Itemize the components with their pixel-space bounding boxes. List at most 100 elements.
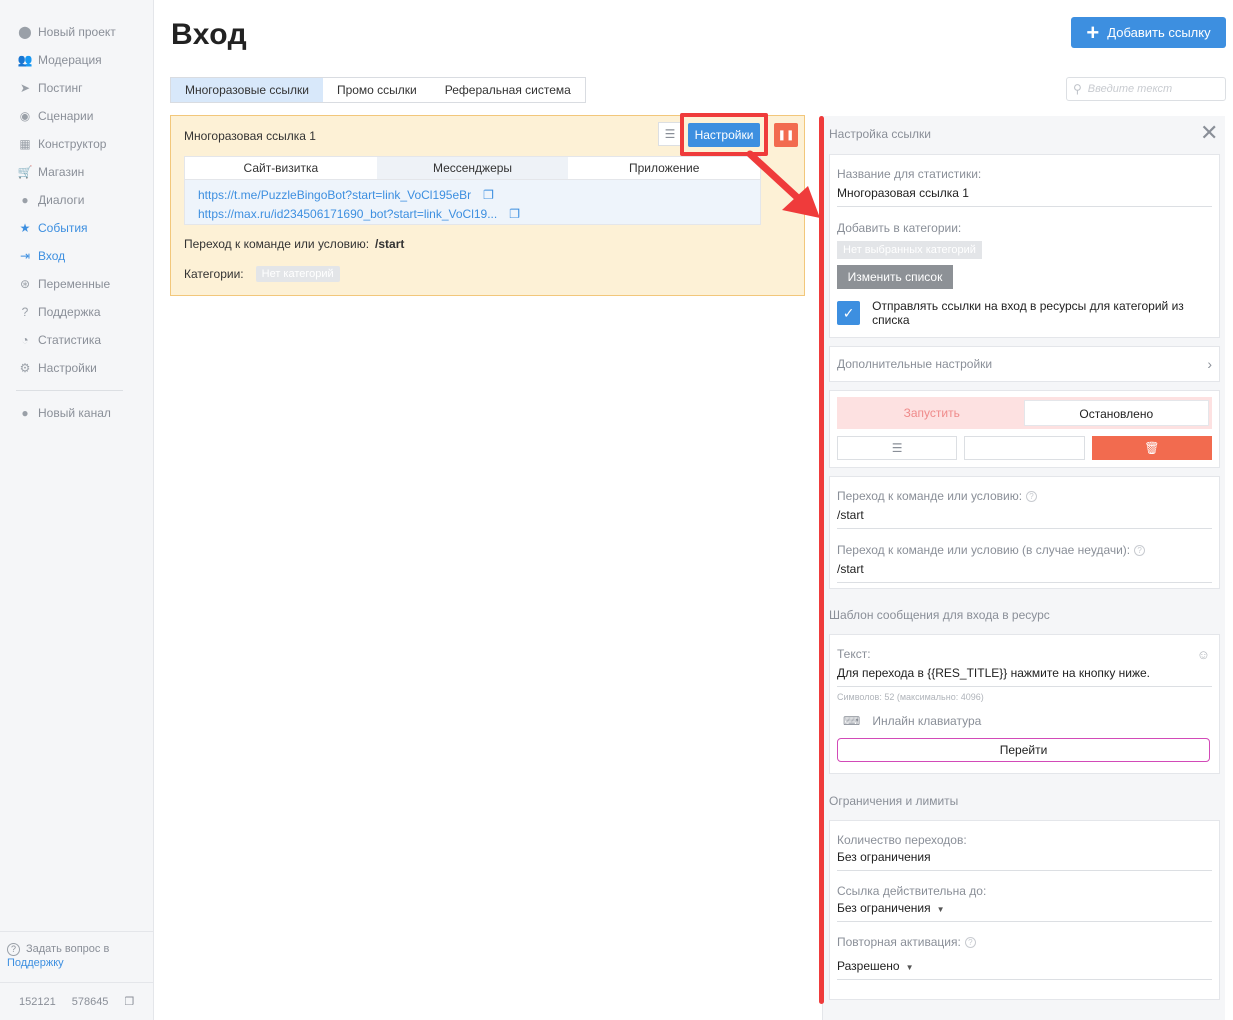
pause-button[interactable]: ❚❚: [774, 123, 798, 147]
copy-icon[interactable]: ❐: [483, 188, 494, 202]
template-section-title: Шаблон сообщения для входа в ресурс: [829, 608, 1050, 622]
close-icon[interactable]: ✕: [1200, 122, 1218, 144]
list-item: https://max.ru/id234506171690_bot?start=…: [198, 204, 747, 223]
run-option[interactable]: Запустить: [840, 400, 1024, 426]
sidebar-item-label: Поддержка: [38, 305, 101, 319]
sidebar-item-label: Конструктор: [38, 137, 107, 151]
add-link-button[interactable]: + Добавить ссылку: [1071, 17, 1226, 48]
variables-icon: ⊛: [19, 277, 31, 291]
tab-website[interactable]: Сайт-визитка: [185, 157, 377, 179]
transitions-label: Количество переходов:: [837, 833, 967, 847]
message-template: Текст: ☺ Для перехода в {{RES_TITLE}} на…: [829, 634, 1220, 774]
sidebar-item-dialogs[interactable]: ● Диалоги: [0, 186, 153, 214]
char-count: Символов: 52 (максимально: 4096): [837, 692, 984, 702]
sidebar-item-moderation[interactable]: 👥 Модерация: [0, 46, 153, 74]
list-button[interactable]: ☰: [837, 436, 958, 460]
sidebar-item-new-channel[interactable]: ● Новый канал: [0, 399, 153, 427]
help-icon[interactable]: ?: [964, 937, 976, 949]
stopped-option[interactable]: Остановлено: [1023, 400, 1209, 426]
max-link[interactable]: https://max.ru/id234506171690_bot?start=…: [198, 207, 497, 221]
go-button[interactable]: Перейти: [837, 738, 1210, 762]
tab-reusable-links[interactable]: Многоразовые ссылки: [171, 78, 323, 102]
list-icon: ☰: [891, 441, 903, 455]
valid-until-select[interactable]: Без ограничения ▼: [837, 901, 1212, 922]
pause-icon: ❚❚: [777, 129, 795, 141]
sidebar-item-events[interactable]: ★ События: [0, 214, 153, 242]
command-label: Переход к команде или условию:: [184, 237, 370, 251]
help-text: Задать вопрос в: [26, 943, 110, 955]
search-input[interactable]: [1087, 83, 1208, 95]
sidebar-item-posting[interactable]: ➤ Постинг: [0, 74, 153, 102]
link-settings-panel: Настройка ссылки ✕ Название для статисти…: [822, 116, 1225, 1020]
list-button[interactable]: ☰: [658, 122, 682, 146]
users-icon: 👥: [17, 53, 33, 67]
add-link-label: Добавить ссылку: [1107, 25, 1211, 40]
command-input[interactable]: /start: [837, 508, 1212, 529]
copy-icon[interactable]: ❐: [124, 995, 134, 1008]
plus-icon: +: [1086, 19, 1100, 45]
smile-icon[interactable]: ☺: [1197, 647, 1210, 662]
support-link[interactable]: Поддержку: [7, 957, 64, 969]
sidebar-nav: ⬤ Новый проект 👥 Модерация ➤ Постинг ◉ Сцена…: [0, 0, 153, 382]
transitions-input[interactable]: Без ограничения: [837, 850, 1212, 871]
general-settings: Название для статистики: Многоразовая сс…: [829, 154, 1220, 338]
advanced-settings-row[interactable]: Дополнительные настройки ›: [829, 346, 1220, 382]
tab-messengers[interactable]: Мессенджеры: [376, 157, 569, 179]
check-icon: ✓: [842, 304, 855, 321]
caret-down-icon: ▼: [936, 905, 945, 914]
action-buttons: ☰ 🗑: [837, 436, 1212, 460]
empty-button[interactable]: [964, 436, 1085, 460]
delete-button[interactable]: 🗑: [1091, 436, 1212, 460]
command-value: /start: [375, 237, 405, 251]
link-type-tabs: Многоразовые ссылки Промо ссылки Реферал…: [170, 77, 586, 103]
text-input[interactable]: Для перехода в {{RES_TITLE}} нажмите на …: [837, 666, 1212, 687]
sidebar-item-statistics[interactable]: ◔ Статистика: [0, 326, 153, 354]
help-icon[interactable]: ?: [1134, 545, 1146, 557]
link-card-title: Многоразовая ссылка 1: [184, 129, 316, 143]
search-box: ⚲: [1066, 77, 1226, 101]
keyboard-icon: ⌨: [843, 714, 861, 728]
sidebar-item-label: Вход: [38, 249, 66, 263]
transitions-group: Количество переходов: Без ограничения: [837, 833, 1212, 871]
sidebar-item-label: Статистика: [38, 333, 102, 347]
sidebar-item-variables[interactable]: ⊛ Переменные: [0, 270, 153, 298]
sidebar-item-label: Модерация: [38, 53, 102, 67]
change-list-button[interactable]: Изменить список: [837, 265, 953, 289]
help-icon[interactable]: ?: [1026, 491, 1038, 503]
sidebar-item-constructor[interactable]: ▦ Конструктор: [0, 130, 153, 158]
categories-badge: Нет выбранных категорий: [837, 241, 982, 259]
sidebar-item-settings[interactable]: ⚙ Настройки: [0, 354, 153, 382]
pie-chart-icon: ◔: [21, 333, 29, 347]
fail-command-input[interactable]: /start: [837, 562, 1212, 583]
chat-icon: ●: [21, 193, 29, 207]
sidebar-item-new-project[interactable]: ⬤ Новый проект: [0, 18, 153, 46]
sidebar-item-entry[interactable]: ⇥ Вход: [0, 242, 153, 270]
list-icon: ☰: [664, 127, 676, 141]
sidebar-item-scenarios[interactable]: ◉ Сценарии: [0, 102, 153, 130]
sidebar-item-label: Новый канал: [38, 406, 111, 420]
reactivation-select[interactable]: Разрешено ▼: [837, 959, 1212, 980]
grid-icon: ▦: [19, 137, 31, 151]
annotation-red-line: [819, 116, 824, 1004]
fail-command-label: Переход к команде или условию (в случае …: [837, 543, 1212, 557]
sidebar-item-label: Диалоги: [38, 193, 85, 207]
page-title: Вход: [171, 18, 248, 51]
tab-promo-links[interactable]: Промо ссылки: [322, 78, 431, 102]
tab-app[interactable]: Приложение: [568, 157, 760, 179]
name-input[interactable]: Многоразовая ссылка 1: [837, 186, 1212, 207]
sidebar-item-support[interactable]: ? Поддержка: [0, 298, 153, 326]
categories-label: Добавить в категории:: [837, 221, 962, 235]
sidebar-item-label: Постинг: [38, 81, 83, 95]
telegram-link[interactable]: https://t.me/PuzzleBingoBot?start=link_V…: [198, 188, 471, 202]
send-links-checkbox[interactable]: ✓: [837, 301, 861, 325]
copy-icon[interactable]: ❐: [509, 207, 520, 221]
name-label: Название для статистики:: [837, 167, 982, 181]
settings-button[interactable]: Настройки: [688, 123, 760, 147]
tab-referral-system[interactable]: Реферальная система: [430, 78, 585, 102]
send-links-option: ✓ Отправлять ссылки на вход в ресурсы дл…: [837, 299, 1212, 327]
links-list: https://t.me/PuzzleBingoBot?start=link_V…: [184, 180, 761, 225]
sidebar-item-shop[interactable]: 🛒 Магазин: [0, 158, 153, 186]
inline-keyboard-row: ⌨ Инлайн клавиатура: [837, 714, 1212, 728]
sidebar-item-label: Магазин: [38, 165, 85, 179]
sidebar-item-label: Переменные: [38, 277, 111, 291]
